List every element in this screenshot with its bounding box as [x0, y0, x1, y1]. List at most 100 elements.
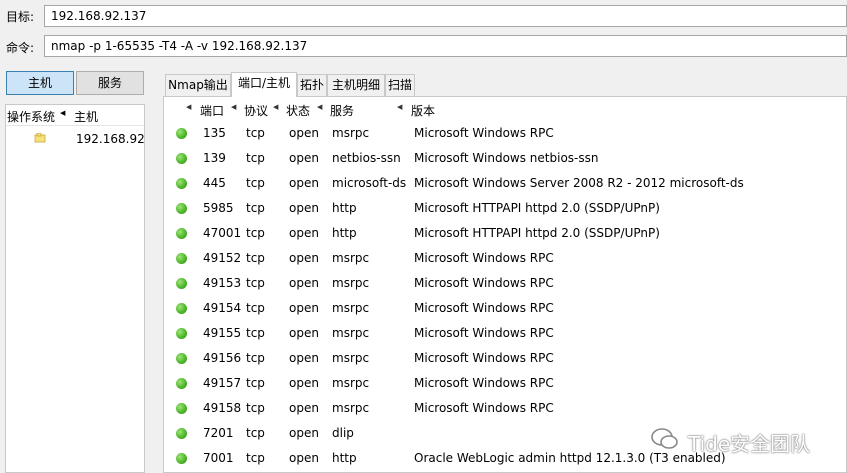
state-cell: open: [289, 301, 319, 315]
tab[interactable]: Nmap输出: [165, 74, 231, 96]
table-row[interactable]: 49154 tcp open msrpc Microsoft Windows RPC: [164, 296, 846, 321]
status-open-icon: [176, 128, 187, 139]
services-toggle-button[interactable]: 服务: [76, 71, 144, 95]
status-open-icon: [176, 353, 187, 364]
table-row[interactable]: 49152 tcp open msrpc Microsoft Windows RPC: [164, 246, 846, 271]
state-cell: open: [289, 326, 319, 340]
port-cell: 49155: [203, 326, 242, 340]
port-cell: 49158: [203, 401, 242, 415]
host-os-icon: [34, 132, 46, 143]
state-cell: open: [289, 351, 319, 365]
sort-arrow-icon: ◀: [231, 103, 237, 111]
version-cell: Microsoft Windows RPC: [414, 326, 554, 340]
tab[interactable]: 主机明细: [327, 74, 385, 96]
table-row[interactable]: 445 tcp open microsoft-ds Microsoft Windows …: [164, 171, 846, 196]
tab[interactable]: 端口/主机: [231, 72, 297, 97]
port-cell: 49156: [203, 351, 242, 365]
port-cell: 49152: [203, 251, 242, 265]
hosts-toggle-button[interactable]: 主机: [6, 71, 74, 95]
command-label: 命令:: [6, 41, 35, 55]
table-row[interactable]: 49158 tcp open msrpc Microsoft Windows RPC: [164, 396, 846, 421]
state-cell: open: [289, 226, 319, 240]
service-cell: http: [332, 201, 357, 215]
port-cell: 7201: [203, 426, 234, 440]
column-header-service[interactable]: 服务: [330, 102, 354, 119]
service-cell: msrpc: [332, 376, 370, 390]
state-cell: open: [289, 426, 319, 440]
column-header-version[interactable]: 版本: [411, 102, 435, 119]
protocol-cell: tcp: [246, 251, 265, 265]
protocol-cell: tcp: [246, 401, 265, 415]
protocol-cell: tcp: [246, 351, 265, 365]
version-cell: Microsoft Windows RPC: [414, 126, 554, 140]
state-cell: open: [289, 451, 319, 465]
table-row[interactable]: 49156 tcp open msrpc Microsoft Windows RPC: [164, 346, 846, 371]
sort-arrow-icon: ◀: [317, 103, 323, 111]
status-open-icon: [176, 428, 187, 439]
table-row[interactable]: 5985 tcp open http Microsoft HTTPAPI httpd 2…: [164, 196, 846, 221]
version-cell: Microsoft Windows RPC: [414, 301, 554, 315]
port-cell: 445: [203, 176, 226, 190]
tab[interactable]: 拓扑: [297, 74, 327, 96]
port-cell: 49154: [203, 301, 242, 315]
protocol-cell: tcp: [246, 276, 265, 290]
status-open-icon: [176, 178, 187, 189]
protocol-cell: tcp: [246, 301, 265, 315]
port-cell: 49153: [203, 276, 242, 290]
table-row[interactable]: 49157 tcp open msrpc Microsoft Windows RPC: [164, 371, 846, 396]
protocol-cell: tcp: [246, 176, 265, 190]
service-cell: msrpc: [332, 401, 370, 415]
service-cell: msrpc: [332, 126, 370, 140]
service-cell: microsoft-ds: [332, 176, 407, 190]
protocol-cell: tcp: [246, 426, 265, 440]
state-cell: open: [289, 151, 319, 165]
column-header-protocol[interactable]: 协议: [244, 102, 268, 119]
target-input[interactable]: 192.168.92.137: [44, 5, 847, 27]
table-row[interactable]: 135 tcp open msrpc Microsoft Windows RPC: [164, 121, 846, 146]
version-cell: Microsoft Windows RPC: [414, 351, 554, 365]
protocol-cell: tcp: [246, 226, 265, 240]
host-name: 192.168.92.1: [76, 132, 145, 146]
port-cell: 139: [203, 151, 226, 165]
status-open-icon: [176, 253, 187, 264]
state-cell: open: [289, 251, 319, 265]
state-cell: open: [289, 376, 319, 390]
wechat-icon: [651, 428, 678, 449]
service-cell: dlip: [332, 426, 354, 440]
version-cell: Microsoft HTTPAPI httpd 2.0 (SSDP/UPnP): [414, 226, 660, 240]
column-header-state[interactable]: 状态: [286, 102, 310, 119]
command-input[interactable]: nmap -p 1-65535 -T4 -A -v 192.168.92.137: [44, 35, 847, 57]
status-open-icon: [176, 378, 187, 389]
version-cell: Microsoft Windows RPC: [414, 276, 554, 290]
version-cell: Microsoft HTTPAPI httpd 2.0 (SSDP/UPnP): [414, 201, 660, 215]
status-open-icon: [176, 303, 187, 314]
service-cell: http: [332, 451, 357, 465]
service-cell: netbios-ssn: [332, 151, 401, 165]
status-open-icon: [176, 203, 187, 214]
port-cell: 135: [203, 126, 226, 140]
port-cell: 5985: [203, 201, 234, 215]
table-row[interactable]: 47001 tcp open http Microsoft HTTPAPI httpd …: [164, 221, 846, 246]
column-header-host[interactable]: 主机: [74, 108, 98, 125]
ports-table: ◀ 端口 ◀ 协议 ◀ 状态 ◀ 服务 ◀ 版本 135 tcp open msrpc…: [163, 96, 847, 473]
version-cell: Microsoft Windows RPC: [414, 251, 554, 265]
service-cell: msrpc: [332, 301, 370, 315]
table-row[interactable]: 49155 tcp open msrpc Microsoft Windows RPC: [164, 321, 846, 346]
table-row[interactable]: 49153 tcp open msrpc Microsoft Windows RPC: [164, 271, 846, 296]
watermark-text: Tide安全团队: [688, 432, 811, 456]
column-header-port[interactable]: 端口: [200, 102, 224, 119]
host-list-item[interactable]: 192.168.92.1: [6, 129, 144, 149]
port-cell: 47001: [203, 226, 242, 240]
protocol-cell: tcp: [246, 376, 265, 390]
version-cell: Microsoft Windows RPC: [414, 376, 554, 390]
column-header-os[interactable]: 操作系统: [7, 108, 55, 125]
tab[interactable]: 扫描: [385, 74, 415, 96]
status-open-icon: [176, 403, 187, 414]
protocol-cell: tcp: [246, 326, 265, 340]
host-list-header: 操作系统 ◀ 主机: [6, 105, 144, 126]
status-open-icon: [176, 278, 187, 289]
table-row[interactable]: 139 tcp open netbios-ssn Microsoft Windows n…: [164, 146, 846, 171]
sort-arrow-icon: ◀: [60, 109, 66, 117]
version-cell: Microsoft Windows netbios-ssn: [414, 151, 599, 165]
service-cell: msrpc: [332, 326, 370, 340]
